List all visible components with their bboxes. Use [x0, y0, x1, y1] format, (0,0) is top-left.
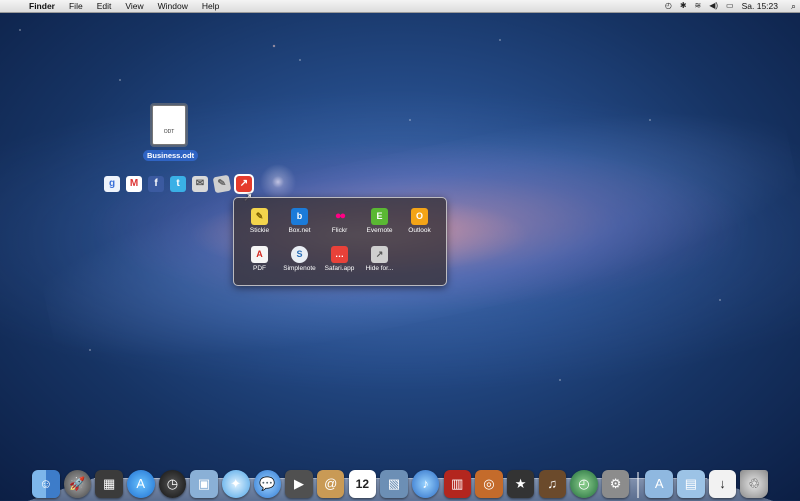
popover-item-outlook[interactable]: O Outlook — [401, 204, 438, 242]
menu-clock[interactable]: Sa. 15:23 — [742, 0, 778, 12]
battery-icon[interactable]: ▭ — [726, 0, 734, 12]
popover-item-simplenote[interactable]: S Simplenote — [281, 242, 318, 280]
menu-app-name[interactable]: Finder — [22, 0, 62, 12]
safari-icon[interactable]: ✦ — [221, 470, 250, 498]
popover-item-safari[interactable]: … Safari.app — [321, 242, 358, 280]
bluetooth-icon[interactable]: ✱ — [680, 0, 687, 12]
spotlight-icon[interactable]: ⌕ — [791, 0, 796, 12]
popover-item-label: Simplenote — [283, 265, 316, 272]
iphoto-icon[interactable]: ▧ — [380, 470, 408, 498]
applications-folder-icon[interactable]: A — [645, 470, 673, 498]
outlook-icon: O — [411, 208, 428, 225]
popover-item-label: Evernote — [366, 227, 393, 234]
popover-item-label: Hide for... — [365, 265, 394, 272]
menu-edit[interactable]: Edit — [90, 0, 119, 12]
menu-bar: Finder File Edit View Window Help ◴ ✱ ≋ … — [0, 0, 800, 13]
pdf-icon: A — [251, 246, 268, 263]
app-store-icon[interactable]: A — [126, 470, 155, 498]
downloads-stack-icon[interactable]: ↓ — [708, 470, 737, 498]
popover-item-hide[interactable]: ↗ Hide for... — [361, 242, 398, 280]
notes-icon[interactable]: ✎ — [212, 174, 232, 194]
mail-icon[interactable]: ✉ — [192, 176, 208, 192]
dock: ☺ 🚀 ▦ A ◷ ▣ ✦ 💬 ▶ @ 12 ▧ ♪ ▥ ◎ ★ ♫ ◴ ⚙ A… — [32, 458, 772, 498]
menu-window[interactable]: Window — [151, 0, 195, 12]
wifi-icon[interactable]: ≋ — [695, 0, 702, 12]
menu-view[interactable]: View — [118, 0, 150, 12]
file-name-label[interactable]: Business.odt — [143, 150, 199, 161]
documents-folder-icon[interactable]: ▤ — [677, 470, 705, 498]
ichat-icon[interactable]: 💬 — [253, 470, 282, 498]
dashboard-icon[interactable]: ◷ — [158, 470, 187, 498]
time-machine-dock-icon[interactable]: ◴ — [570, 470, 598, 498]
volume-icon[interactable]: ◀) — [709, 0, 718, 12]
preview-icon[interactable]: ▣ — [190, 470, 218, 498]
simplenote-icon: S — [291, 246, 308, 263]
popover-item-box[interactable]: b Box.net — [281, 204, 318, 242]
ical-icon[interactable]: 12 — [348, 470, 377, 498]
aperture-icon[interactable]: ◎ — [475, 470, 503, 498]
time-machine-icon[interactable]: ◴ — [665, 0, 672, 12]
popover-item-label: Box.net — [288, 227, 311, 234]
popover-item-label: Safari.app — [324, 265, 355, 272]
facebook-icon[interactable]: f — [148, 176, 164, 192]
garageband-icon[interactable]: ♫ — [538, 470, 567, 498]
share-strip: g M f t ✉ ✎ ↗ — [104, 174, 254, 194]
popover-item-label: Outlook — [408, 227, 431, 234]
facetime-icon[interactable]: ▶ — [285, 470, 313, 498]
imovie-icon[interactable]: ★ — [506, 470, 535, 498]
popover-item-label: PDF — [253, 265, 266, 272]
safari-app-icon: … — [331, 246, 348, 263]
odt-document-icon[interactable]: ODT — [152, 105, 186, 145]
popover-item-flickr[interactable]: ●● Flickr — [321, 204, 358, 242]
popover-item-stickie[interactable]: ✎ Stickie — [241, 204, 278, 242]
flickr-icon: ●● — [334, 210, 346, 222]
google-icon[interactable]: g — [104, 176, 120, 192]
finder-icon[interactable]: ☺ — [32, 470, 60, 498]
share-popover: ✎ Stickie b Box.net ●● Flickr E Evernote… — [233, 197, 447, 286]
evernote-icon: E — [371, 208, 388, 225]
system-preferences-icon[interactable]: ⚙ — [601, 470, 630, 498]
itunes-icon[interactable]: ♪ — [411, 470, 440, 498]
document-extension-label: ODT — [163, 129, 175, 135]
menu-help[interactable]: Help — [195, 0, 226, 12]
photo-booth-icon[interactable]: ▥ — [443, 470, 472, 498]
twitter-icon[interactable]: t — [170, 176, 186, 192]
popover-item-label: Flickr — [331, 227, 348, 234]
dock-separator — [637, 472, 640, 498]
menu-file[interactable]: File — [62, 0, 90, 12]
gmail-icon[interactable]: M — [126, 176, 142, 192]
mission-control-icon[interactable]: ▦ — [95, 470, 123, 498]
box-icon: b — [291, 208, 308, 225]
contacts-icon[interactable]: @ — [316, 470, 345, 498]
popover-item-pdf[interactable]: A PDF — [241, 242, 278, 280]
stickie-icon: ✎ — [251, 208, 268, 225]
launchpad-icon[interactable]: 🚀 — [63, 470, 92, 498]
desktop-file-business[interactable]: ODT Business.odt — [143, 105, 199, 163]
hide-icon: ↗ — [371, 246, 388, 263]
popover-item-label: Stickie — [249, 227, 270, 234]
popover-item-evernote[interactable]: E Evernote — [361, 204, 398, 242]
trash-icon[interactable]: ♲ — [740, 470, 768, 498]
